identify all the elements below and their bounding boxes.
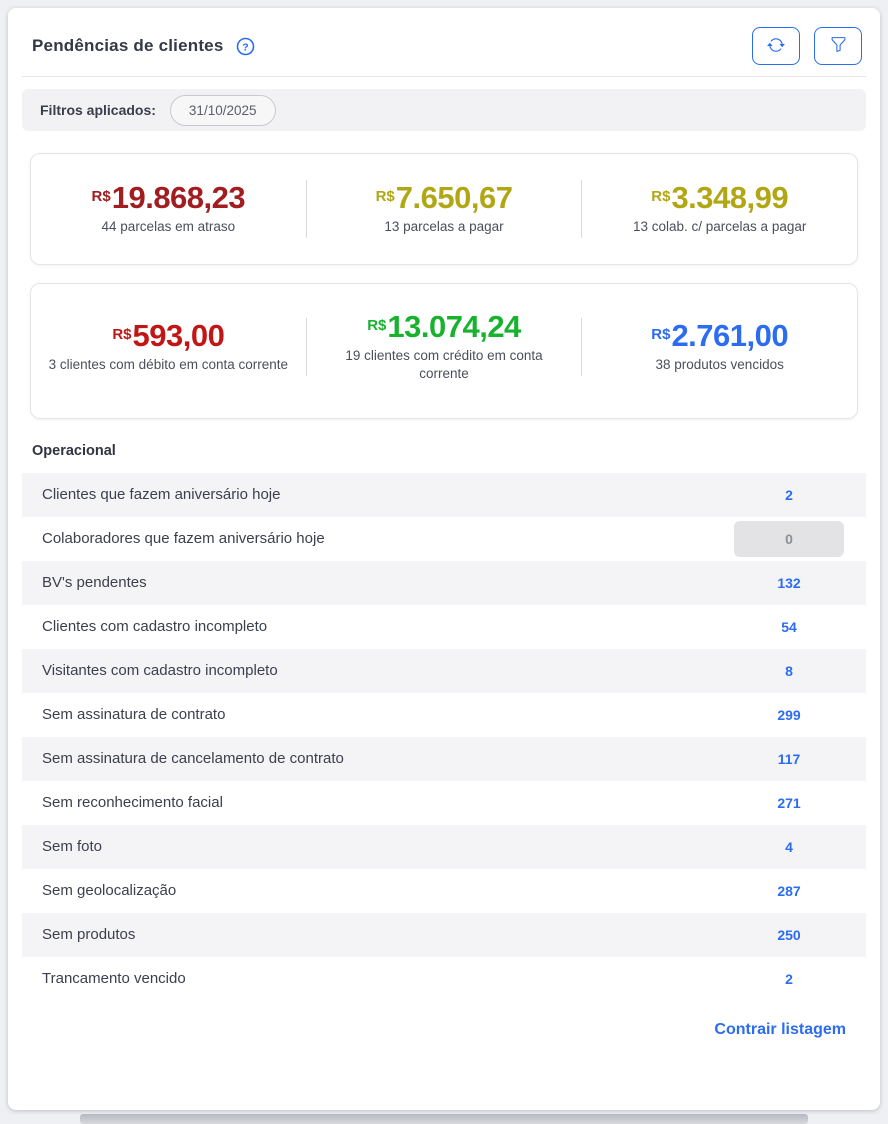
operational-row: Sem reconhecimento facial271 [22,781,866,825]
row-count-link[interactable]: 250 [734,927,844,943]
collapse-list-link[interactable]: Contrair listagem [714,1021,846,1038]
stat-amount: 2.761,00 [671,318,788,353]
operational-row: Sem produtos250 [22,913,866,957]
applied-filters-label: Filtros aplicados: [40,102,156,118]
stat-label: 38 produtos vencidos [600,356,840,374]
summary-stat: R$2.761,00 38 produtos vencidos [582,319,857,374]
currency-prefix: R$ [376,188,395,205]
row-label: BV's pendentes [42,574,734,591]
operational-row: Visitantes com cadastro incompleto8 [22,649,866,693]
filter-button[interactable] [814,27,862,65]
operational-row: Clientes com cadastro incompleto54 [22,605,866,649]
section-title-operational: Operacional [32,443,866,459]
stat-amount: 3.348,99 [671,180,788,215]
row-label: Sem produtos [42,926,734,943]
stat-amount: 7.650,67 [396,180,513,215]
next-panel-edge [80,1114,808,1124]
row-count-link[interactable]: 8 [734,663,844,679]
stat-value: R$19.868,23 [41,181,296,215]
applied-filters-bar: Filtros aplicados: 31/10/2025 [22,89,866,131]
row-count-link[interactable]: 132 [734,575,844,591]
stat-value: R$3.348,99 [592,181,847,215]
row-count-link[interactable]: 54 [734,619,844,635]
summary-stat: R$19.868,23 44 parcelas em atraso [31,181,306,236]
header-actions [752,27,862,65]
stat-label: 19 clientes com crédito em conta corrent… [324,347,564,383]
filter-chip-date[interactable]: 31/10/2025 [170,95,276,126]
stat-value: R$7.650,67 [317,181,572,215]
row-count-link[interactable]: 287 [734,883,844,899]
row-count-link[interactable]: 2 [734,487,844,503]
pending-clients-panel: Pendências de clientes ? [8,8,880,1110]
operational-row: Colaboradores que fazem aniversário hoje… [22,517,866,561]
stat-value: R$2.761,00 [592,319,847,353]
stat-amount: 593,00 [133,318,225,353]
currency-prefix: R$ [112,326,131,343]
stat-label: 44 parcelas em atraso [48,218,288,236]
stat-amount: 13.074,24 [387,309,520,344]
row-label: Sem foto [42,838,734,855]
stat-label: 3 clientes com débito em conta corrente [48,356,288,374]
row-label: Colaboradores que fazem aniversário hoje [42,530,734,547]
refresh-icon [767,36,785,57]
header-divider [22,76,866,77]
currency-prefix: R$ [367,317,386,334]
operational-row: Trancamento vencido2 [22,957,866,1001]
operational-row: Sem assinatura de contrato299 [22,693,866,737]
svg-text:?: ? [243,41,249,53]
row-count-link[interactable]: 299 [734,707,844,723]
operational-row: BV's pendentes132 [22,561,866,605]
row-label: Clientes com cadastro incompleto [42,618,734,635]
panel-header: Pendências de clientes ? [22,8,866,68]
row-label: Sem geolocalização [42,882,734,899]
stat-amount: 19.868,23 [112,180,245,215]
row-label: Sem assinatura de contrato [42,706,734,723]
row-count-link[interactable]: 4 [734,839,844,855]
currency-prefix: R$ [651,188,670,205]
row-count-link[interactable]: 117 [734,751,844,767]
summary-stat: R$3.348,99 13 colab. c/ parcelas a pagar [582,181,857,236]
page-title: Pendências de clientes [32,36,223,56]
stat-label: 13 parcelas a pagar [324,218,564,236]
financial-summary-card-2: R$593,003 clientes com débito em conta c… [30,283,858,419]
operational-row: Clientes que fazem aniversário hoje2 [22,473,866,517]
summary-stat: R$7.650,67 13 parcelas a pagar [307,181,582,236]
operational-row: Sem geolocalização287 [22,869,866,913]
row-label: Sem reconhecimento facial [42,794,734,811]
financial-summary-card-1: R$19.868,2344 parcelas em atrasoR$7.650,… [30,153,858,265]
stat-value: R$593,00 [41,319,296,353]
stat-label: 13 colab. c/ parcelas a pagar [600,218,840,236]
operational-row: Sem foto4 [22,825,866,869]
row-label: Trancamento vencido [42,970,734,987]
row-count-link[interactable]: 271 [734,795,844,811]
refresh-button[interactable] [752,27,800,65]
row-label: Visitantes com cadastro incompleto [42,662,734,679]
row-label: Clientes que fazem aniversário hoje [42,486,734,503]
collapse-row: Contrair listagem [22,1021,866,1039]
currency-prefix: R$ [651,326,670,343]
help-icon[interactable]: ? [236,37,255,56]
currency-prefix: R$ [92,188,111,205]
row-count-link[interactable]: 2 [734,971,844,987]
funnel-icon [830,36,847,56]
row-label: Sem assinatura de cancelamento de contra… [42,750,734,767]
summary-stat: R$593,00 3 clientes com débito em conta c… [31,319,306,374]
summary-stat: R$13.074,2419 clientes com crédito em co… [307,310,582,384]
row-count-disabled: 0 [734,521,844,557]
operational-row: Sem assinatura de cancelamento de contra… [22,737,866,781]
stat-value: R$13.074,24 [317,310,572,344]
operational-rows: Clientes que fazem aniversário hoje2Cola… [22,473,866,1001]
